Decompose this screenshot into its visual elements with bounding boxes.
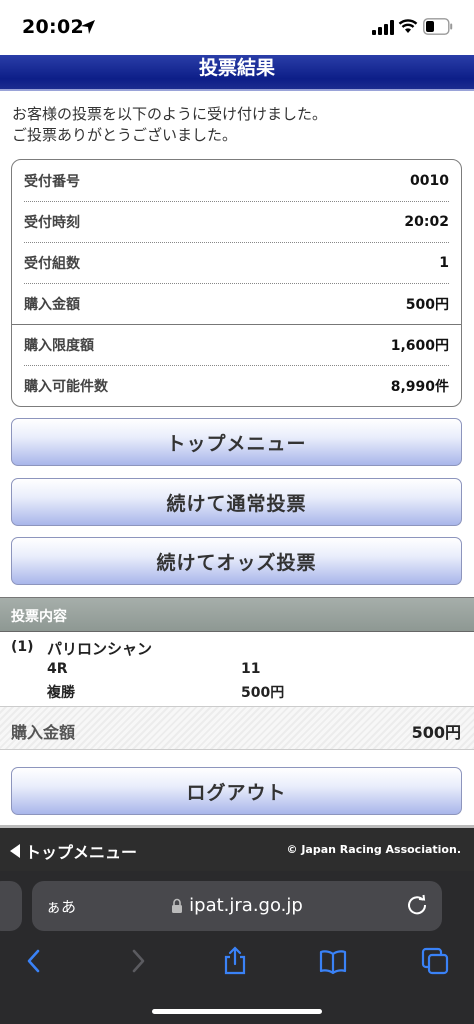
vote-item: (1) パリロンシャン 4R 11 複勝 500円	[0, 632, 474, 704]
receipt-label: 購入限度額	[24, 337, 94, 354]
receipt-value: 8,990件	[390, 378, 449, 395]
section-title: 投票内容	[11, 609, 67, 625]
vote-contents-header: 投票内容	[0, 597, 474, 632]
receipt-value: 1,600円	[390, 337, 449, 354]
status-bar: 20:02	[0, 0, 474, 55]
receipt-value: 20:02	[404, 213, 449, 230]
page-header: 投票結果	[0, 55, 474, 91]
receipt-value: 1	[439, 254, 449, 271]
vote-amount: 500円	[241, 685, 285, 701]
receipt-row-limit: 購入限度額 1,600円	[24, 324, 449, 365]
receipt-value: 500円	[405, 296, 449, 313]
address-bar[interactable]: ぁあ ipat.jra.go.jp	[32, 881, 442, 931]
home-indicator	[152, 1009, 322, 1014]
continue-odds-vote-button[interactable]: 続けてオッズ投票	[11, 537, 462, 585]
continue-normal-vote-button[interactable]: 続けて通常投票	[11, 478, 462, 526]
browser-toolbar: ぁあ ipat.jra.go.jp	[0, 871, 474, 1024]
copyright: © Japan Racing Association.	[286, 843, 462, 856]
total-amount-bar: 購入金額 500円	[0, 706, 474, 750]
logout-button[interactable]: ログアウト	[11, 767, 462, 815]
vote-index: (1)	[11, 639, 34, 655]
receipt-row-number: 受付番号 0010	[24, 160, 449, 201]
receipt-row-available: 購入可能件数 8,990件	[24, 365, 449, 406]
top-menu-button[interactable]: トップメニュー	[11, 418, 462, 466]
vote-race: 4R	[47, 661, 68, 677]
page-title: 投票結果	[198, 57, 275, 79]
previous-tab-preview[interactable]	[0, 881, 22, 931]
receipt-table: 受付番号 0010 受付時刻 20:02 受付組数 1 購入金額 500円 購入…	[11, 159, 462, 407]
vote-bet-type: 複勝	[47, 685, 75, 701]
confirmation-message: お客様の投票を以下のように受け付けました。 ご投票ありがとうございました。	[12, 104, 467, 146]
lock-icon	[172, 898, 183, 913]
reload-icon[interactable]	[406, 894, 428, 916]
receipt-row-sets: 受付組数 1	[24, 242, 449, 283]
receipt-label: 購入可能件数	[24, 378, 108, 395]
footer-link-label: トップメニュー	[25, 843, 138, 862]
total-label: 購入金額	[11, 723, 76, 742]
back-icon[interactable]	[20, 946, 50, 976]
tabs-icon[interactable]	[420, 946, 450, 976]
location-arrow-icon	[81, 20, 95, 34]
url-display[interactable]: ipat.jra.go.jp	[32, 895, 442, 916]
share-icon[interactable]	[220, 946, 250, 976]
vote-horse-number: 11	[241, 661, 261, 677]
triangle-left-icon	[10, 844, 20, 858]
battery-icon	[423, 18, 453, 35]
receipt-label: 購入金額	[24, 296, 80, 313]
message-line-1: お客様の投票を以下のように受け付けました。	[12, 105, 328, 123]
forward-icon[interactable]	[122, 946, 152, 976]
page-footer: トップメニュー © Japan Racing Association.	[0, 825, 474, 871]
receipt-value: 0010	[410, 172, 449, 189]
message-line-2: ご投票ありがとうございました。	[12, 126, 238, 144]
bookmarks-icon[interactable]	[318, 946, 348, 976]
total-value: 500円	[411, 723, 461, 742]
status-time: 20:02	[22, 16, 84, 38]
cellular-signal-icon	[372, 20, 394, 35]
wifi-icon	[398, 19, 418, 33]
receipt-row-amount: 購入金額 500円	[24, 283, 449, 324]
receipt-label: 受付時刻	[24, 214, 80, 231]
footer-top-menu-link[interactable]: トップメニュー	[10, 839, 137, 863]
receipt-label: 受付番号	[24, 173, 80, 190]
receipt-row-time: 受付時刻 20:02	[24, 201, 449, 242]
receipt-label: 受付組数	[24, 255, 80, 272]
url-text: ipat.jra.go.jp	[189, 895, 303, 916]
vote-horse-name: パリロンシャン	[47, 640, 153, 658]
